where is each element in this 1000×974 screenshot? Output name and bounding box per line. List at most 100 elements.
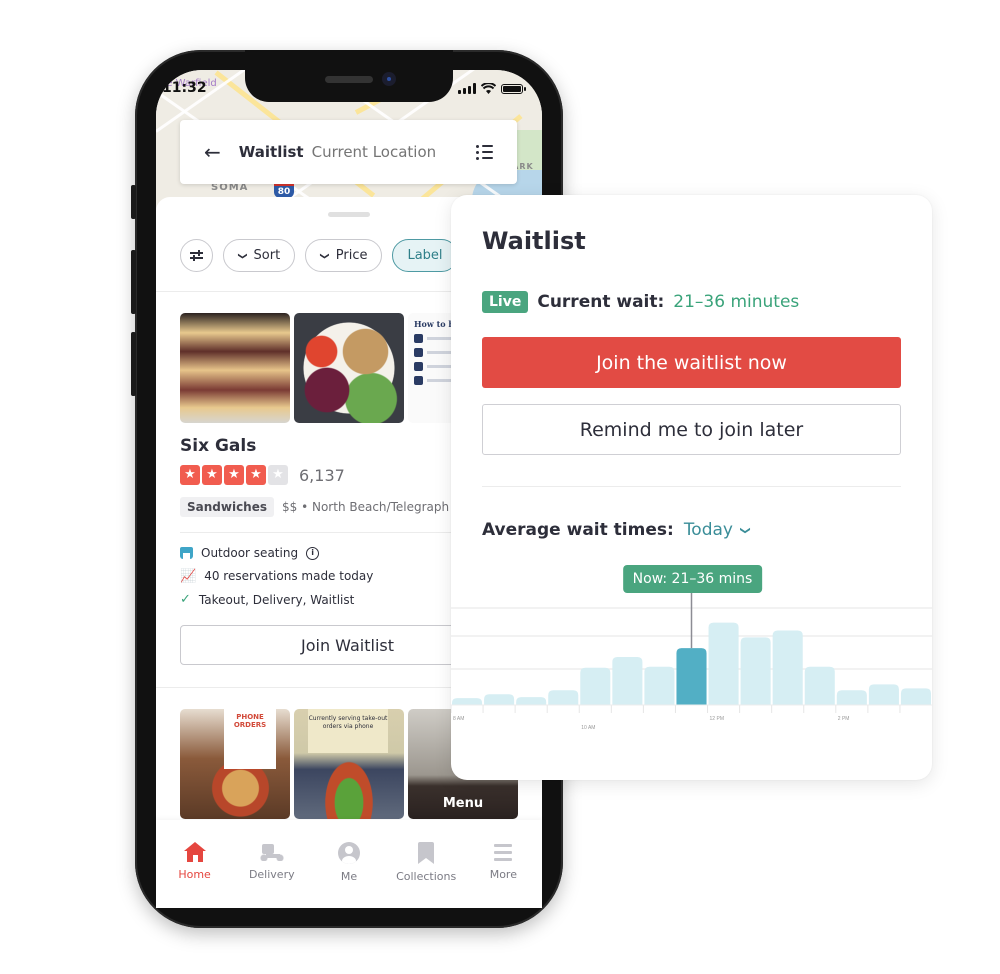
review-count: 6,137 [299,465,345,485]
sort-label: Sort [253,248,281,263]
bar[interactable] [900,688,931,705]
front-camera [382,72,396,86]
join-waitlist-now-button[interactable]: Join the waitlist now [482,337,901,388]
star-icon: ★ [180,465,200,485]
chevron-down-icon: ❯ [318,251,329,260]
bar[interactable] [516,697,547,705]
star-icon: ★ [224,465,244,485]
scooter-icon [259,842,284,862]
search-bar[interactable]: ← Waitlist Current Location [180,120,517,184]
average-wait-row: Average wait times: Today ❯ [482,520,751,540]
bar[interactable] [452,698,483,705]
sliders-icon [190,250,203,261]
feature-text: 40 reservations made today [204,569,374,583]
star-empty-icon: ★ [268,465,288,485]
bar[interactable] [804,666,835,705]
menu-icon [494,842,513,862]
volume-down-button [131,332,136,396]
waitlist-card: Waitlist Live Current wait: 21–36 minute… [451,195,932,780]
star-icon: ★ [202,465,222,485]
photo-sign: PHONE ORDERS [224,709,276,769]
bar[interactable] [484,694,515,705]
status-time: 11:32 [162,80,207,96]
star-icon: ★ [246,465,266,485]
photo-ramen[interactable]: Currently serving take-out orders via ph… [294,709,404,819]
label-filter-label: Label [407,248,443,263]
filter-bar: ❯ Sort ❯ Price Label [180,239,458,272]
bar[interactable] [740,637,771,705]
price-location: $$ • North Beach/Telegraph Hil [282,500,469,514]
mute-switch [131,185,136,219]
photo-salad[interactable] [294,313,404,423]
live-badge: Live [482,291,529,313]
current-wait-row: Live Current wait: 21–36 minutes [482,291,799,313]
sheet-grabber[interactable] [328,212,370,217]
bookmark-icon [418,842,435,864]
feature-reservations: 📈 40 reservations made today [180,569,373,583]
x-tick-label: 12 PM [710,716,724,722]
divider [482,486,901,487]
speaker [325,76,373,83]
tab-more[interactable]: More [468,842,538,908]
check-icon: ✓ [180,592,191,607]
tab-label: More [489,868,517,881]
star-rating: ★ ★ ★ ★ ★ 6,137 [180,465,345,485]
now-tooltip: Now: 21–36 mins [622,565,763,593]
current-wait-value: 21–36 minutes [673,292,800,312]
photo-sign: Currently serving take-out orders via ph… [308,709,388,753]
x-tick-label: 10 AM [581,725,595,731]
bar[interactable] [548,690,579,705]
bar[interactable] [708,622,739,705]
photo-ramen[interactable]: PHONE ORDERS [180,709,290,819]
tab-me[interactable]: Me [314,842,384,908]
business-meta: Sandwiches $$ • North Beach/Telegraph Hi… [180,497,469,517]
remind-me-button[interactable]: Remind me to join later [482,404,901,455]
current-wait-label: Current wait: [537,292,665,312]
trending-icon: 📈 [180,568,197,584]
tab-collections[interactable]: Collections [391,842,461,908]
tab-home[interactable]: Home [160,842,230,908]
category-tag[interactable]: Sandwiches [180,497,275,517]
list-view-icon[interactable] [476,144,493,160]
highway-shield-icon: 80 [274,182,294,198]
awning-icon [180,547,193,559]
back-arrow-icon[interactable]: ← [204,142,221,162]
tab-label: Delivery [248,868,295,881]
chevron-down-icon: ❯ [739,525,751,535]
business-name[interactable]: Six Gals [180,436,256,456]
home-icon [183,842,206,862]
menu-label: Menu [442,796,484,811]
bar[interactable] [868,684,899,705]
x-tick-label: 2 PM [838,716,850,722]
bar[interactable] [612,656,643,705]
info-icon[interactable]: i [306,546,320,560]
label-filter[interactable]: Label [392,239,458,272]
feature-outdoor-seating: Outdoor seating i [180,546,320,560]
bar[interactable] [772,630,803,705]
search-bar-title: Waitlist [238,143,304,161]
sort-filter[interactable]: ❯ Sort [223,239,296,272]
bar[interactable] [580,667,611,705]
filters-button[interactable] [180,239,213,272]
tab-label: Home [178,868,211,881]
bar-current[interactable] [676,648,707,705]
bar[interactable] [644,666,675,705]
status-icons [458,83,526,94]
person-icon [337,842,360,864]
price-filter[interactable]: ❯ Price [305,239,383,272]
signal-icon [458,83,476,94]
photo-sandwich[interactable] [180,313,290,423]
tab-label: Me [340,870,358,883]
period-dropdown[interactable]: Today ❯ [684,520,751,540]
tab-delivery[interactable]: Delivery [237,842,307,908]
x-tick-label: 8 AM [453,716,464,722]
price-label: Price [335,248,368,263]
wait-time-chart: 8 AM 10 AM 12 PM 2 PM Now: 21–36 mins [451,555,932,755]
feature-text: Outdoor seating [201,546,299,560]
tab-bar: Home Delivery Me Collections More [156,820,542,908]
feature-text: Takeout, Delivery, Waitlist [198,592,355,607]
search-bar-location[interactable]: Current Location [312,143,476,161]
bar[interactable] [836,690,867,705]
wifi-icon [481,83,496,94]
feature-services: ✓ Takeout, Delivery, Waitlist [180,592,354,607]
